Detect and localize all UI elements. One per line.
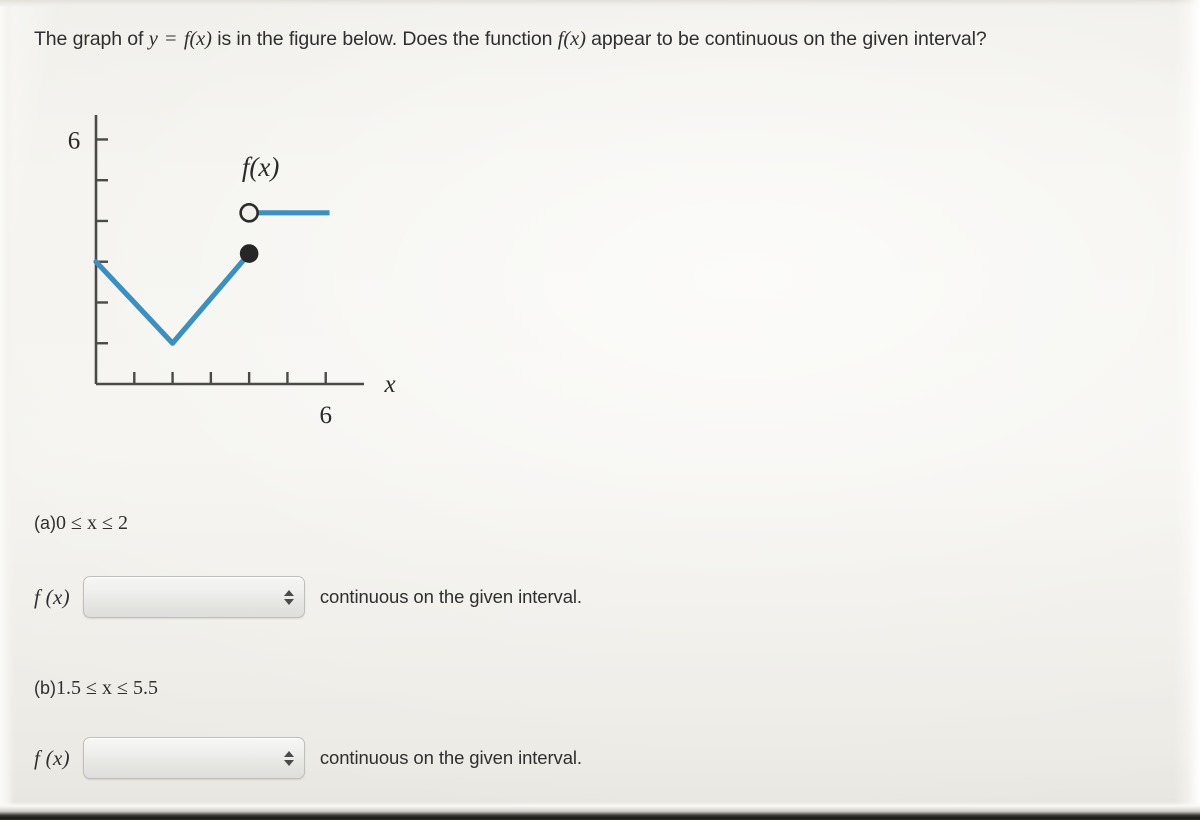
part-b-suffix-text: continuous on the given interval. [319, 747, 582, 768]
chevron-down-icon[interactable] [283, 598, 294, 605]
prompt-segment-2: is in the figure below. Does the functio… [217, 28, 553, 50]
part-a-dropdown-stepper[interactable] [278, 577, 304, 617]
prompt-variable-y: y [148, 28, 158, 50]
part-b-interval: (b)1.5 ≤ x ≤ 5.5 [34, 677, 158, 700]
graph-svg: f(x) x 6 6 [68, 115, 396, 429]
function-graph-figure: f(x) x 6 6 [30, 95, 450, 445]
x-axis-label: x [383, 371, 395, 398]
prompt-argument-x-2: (x) [563, 28, 586, 50]
x-axis-ticks [133, 372, 327, 384]
part-a-continuity-dropdown[interactable] [82, 576, 305, 618]
x-axis-end-tick-label: 6 [319, 402, 332, 429]
prompt-segment-1: The graph of [34, 28, 144, 50]
graph-axes [94, 115, 364, 386]
part-b-answer-row: f (x) continuous on the given interval. [34, 737, 582, 779]
chevron-down-icon[interactable] [283, 759, 294, 766]
part-b-tag: (b) [34, 678, 56, 698]
part-a-suffix-text: continuous on the given interval. [319, 586, 582, 607]
chevron-up-icon[interactable] [283, 589, 294, 596]
question-prompt: The graph of y = f(x) is in the figure b… [34, 27, 1154, 53]
function-curve [93, 210, 330, 346]
chevron-up-icon[interactable] [283, 750, 294, 757]
y-axis-top-tick-label: 6 [68, 127, 81, 154]
part-a-answer-row: f (x) continuous on the given interval. [34, 576, 582, 618]
part-b-inequality: 1.5 ≤ x ≤ 5.5 [56, 677, 158, 699]
part-b-dropdown-stepper[interactable] [278, 738, 304, 778]
curve-label-fx: f(x) [242, 152, 279, 182]
curve-v-segment [93, 250, 252, 346]
open-circle-marker [239, 203, 259, 223]
closed-circle-marker [239, 244, 259, 263]
prompt-argument-x-1: (x) [189, 28, 212, 50]
prompt-equals-sign: = [165, 28, 177, 50]
part-a-tag: (a) [34, 513, 56, 533]
part-b-continuity-dropdown[interactable] [82, 737, 305, 779]
part-b-fx-label: f (x) [34, 745, 70, 770]
y-axis-ticks [96, 138, 108, 345]
part-a-fx-label: f (x) [34, 584, 70, 609]
part-a-inequality: 0 ≤ x ≤ 2 [56, 512, 128, 534]
prompt-segment-3: appear to be continuous on the given int… [591, 28, 987, 50]
part-a-interval: (a)0 ≤ x ≤ 2 [34, 512, 128, 535]
